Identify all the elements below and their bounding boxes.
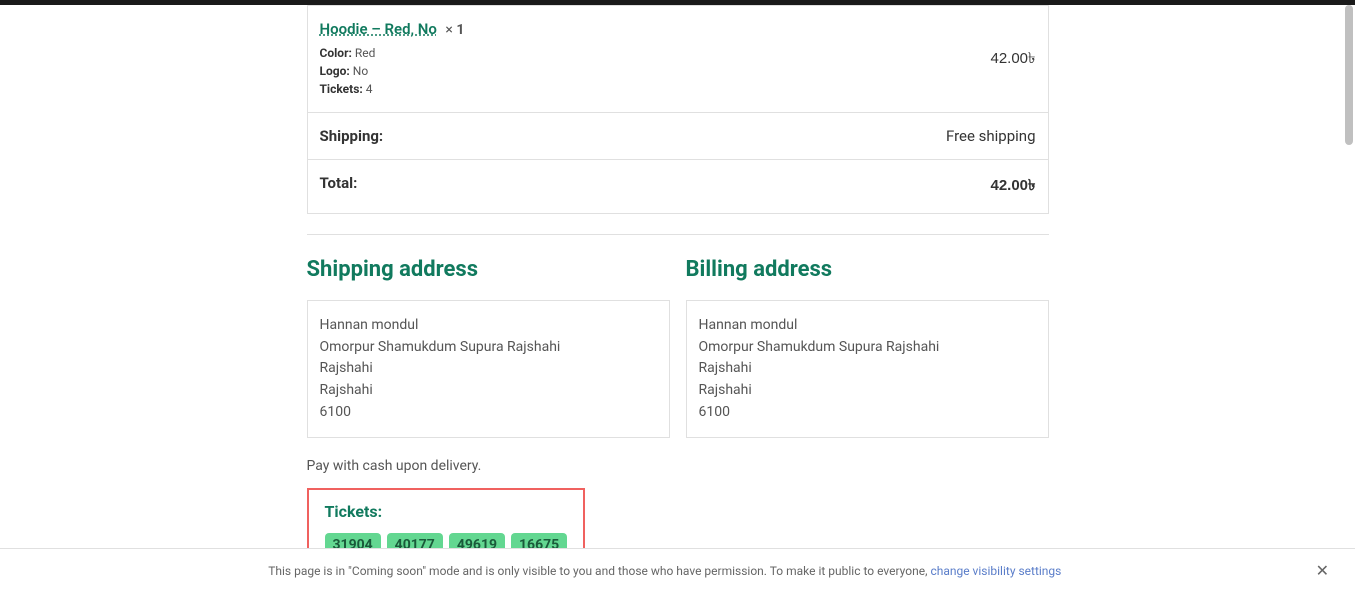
shipping-value: Free shipping <box>946 127 1036 145</box>
order-summary-table: Hoodie – Red, No × 1 Color: Red Logo: No… <box>307 5 1049 214</box>
billing-address-col: Billing address Hannan mondul Omorpur Sh… <box>686 257 1049 438</box>
total-value-cell: 42.00৳ <box>715 160 1048 214</box>
address-line: 6100 <box>320 402 657 424</box>
scrollbar[interactable] <box>1343 5 1355 550</box>
address-line: Rajshahi <box>699 358 1036 380</box>
table-row: Shipping: Free shipping <box>307 113 1048 160</box>
address-line: Rajshahi <box>320 380 657 402</box>
change-visibility-link[interactable]: change visibility settings <box>930 564 1061 578</box>
address-line: Omorpur Shamukdum Supura Rajshahi <box>699 337 1036 359</box>
product-price: 42.00৳ <box>990 50 1035 67</box>
billing-heading: Billing address <box>686 257 1049 282</box>
shipping-value-cell: Free shipping <box>715 113 1048 160</box>
product-cell: Hoodie – Red, No × 1 Color: Red Logo: No… <box>307 6 715 113</box>
shipping-address-box: Hannan mondul Omorpur Shamukdum Supura R… <box>307 300 670 438</box>
table-row: Hoodie – Red, No × 1 Color: Red Logo: No… <box>307 6 1048 113</box>
scrollbar-thumb[interactable] <box>1345 5 1353 145</box>
address-line: Hannan mondul <box>699 315 1036 337</box>
shipping-label-cell: Shipping: <box>307 113 715 160</box>
table-row: Total: 42.00৳ <box>307 160 1048 214</box>
total-label: Total: <box>320 174 358 192</box>
close-icon[interactable]: ✕ <box>1310 561 1335 580</box>
billing-address-box: Hannan mondul Omorpur Shamukdum Supura R… <box>686 300 1049 438</box>
address-line: 6100 <box>699 402 1036 424</box>
address-line: Hannan mondul <box>320 315 657 337</box>
payment-note: Pay with cash upon delivery. <box>307 458 1049 474</box>
order-container: Hoodie – Red, No × 1 Color: Red Logo: No… <box>305 5 1051 575</box>
address-line: Rajshahi <box>699 380 1036 402</box>
shipping-label: Shipping: <box>320 127 384 145</box>
divider <box>307 234 1049 235</box>
address-row: Shipping address Hannan mondul Omorpur S… <box>307 257 1049 438</box>
address-line: Rajshahi <box>320 358 657 380</box>
product-price-cell: 42.00৳ <box>715 6 1048 113</box>
shipping-address-col: Shipping address Hannan mondul Omorpur S… <box>307 257 670 438</box>
tickets-heading: Tickets: <box>325 502 568 521</box>
shipping-heading: Shipping address <box>307 257 670 282</box>
footer-bar: This page is in "Coming soon" mode and i… <box>0 548 1355 592</box>
footer-text: This page is in "Coming soon" mode and i… <box>20 564 1310 578</box>
product-meta: Color: Red Logo: No Tickets: 4 <box>320 44 703 98</box>
total-value: 42.00৳ <box>990 177 1035 194</box>
product-link[interactable]: Hoodie – Red, No <box>320 20 437 38</box>
total-label-cell: Total: <box>307 160 715 214</box>
product-qty: × 1 <box>445 22 464 38</box>
address-line: Omorpur Shamukdum Supura Rajshahi <box>320 337 657 359</box>
